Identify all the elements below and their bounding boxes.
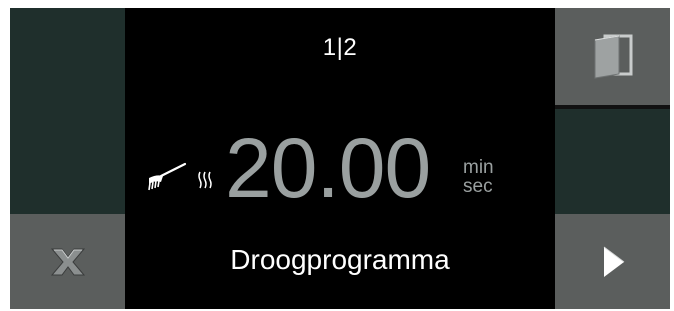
timer-value: 20.00 <box>225 121 431 215</box>
program-name: Droogprogramma <box>230 244 450 275</box>
left-empty-panel <box>10 8 125 214</box>
main-area: 1|2 20.00 min sec Droogprogramma <box>125 8 555 309</box>
oven-display: 1|2 20.00 min sec Droogprogramma <box>10 8 670 309</box>
door-button[interactable] <box>555 8 670 105</box>
right-empty-panel <box>555 109 670 214</box>
door-icon <box>594 34 632 79</box>
close-icon <box>50 248 85 275</box>
page-indicator: 1|2 <box>322 34 358 61</box>
timer-unit-sec: sec <box>463 176 493 197</box>
brush-icon <box>148 162 187 191</box>
timer-unit-min: min <box>463 157 494 178</box>
play-arrow-icon <box>603 246 624 277</box>
steam-icon <box>198 171 212 189</box>
next-button[interactable] <box>555 214 670 309</box>
timer-display: 20.00 min sec <box>125 120 555 220</box>
cancel-button[interactable] <box>10 214 125 309</box>
